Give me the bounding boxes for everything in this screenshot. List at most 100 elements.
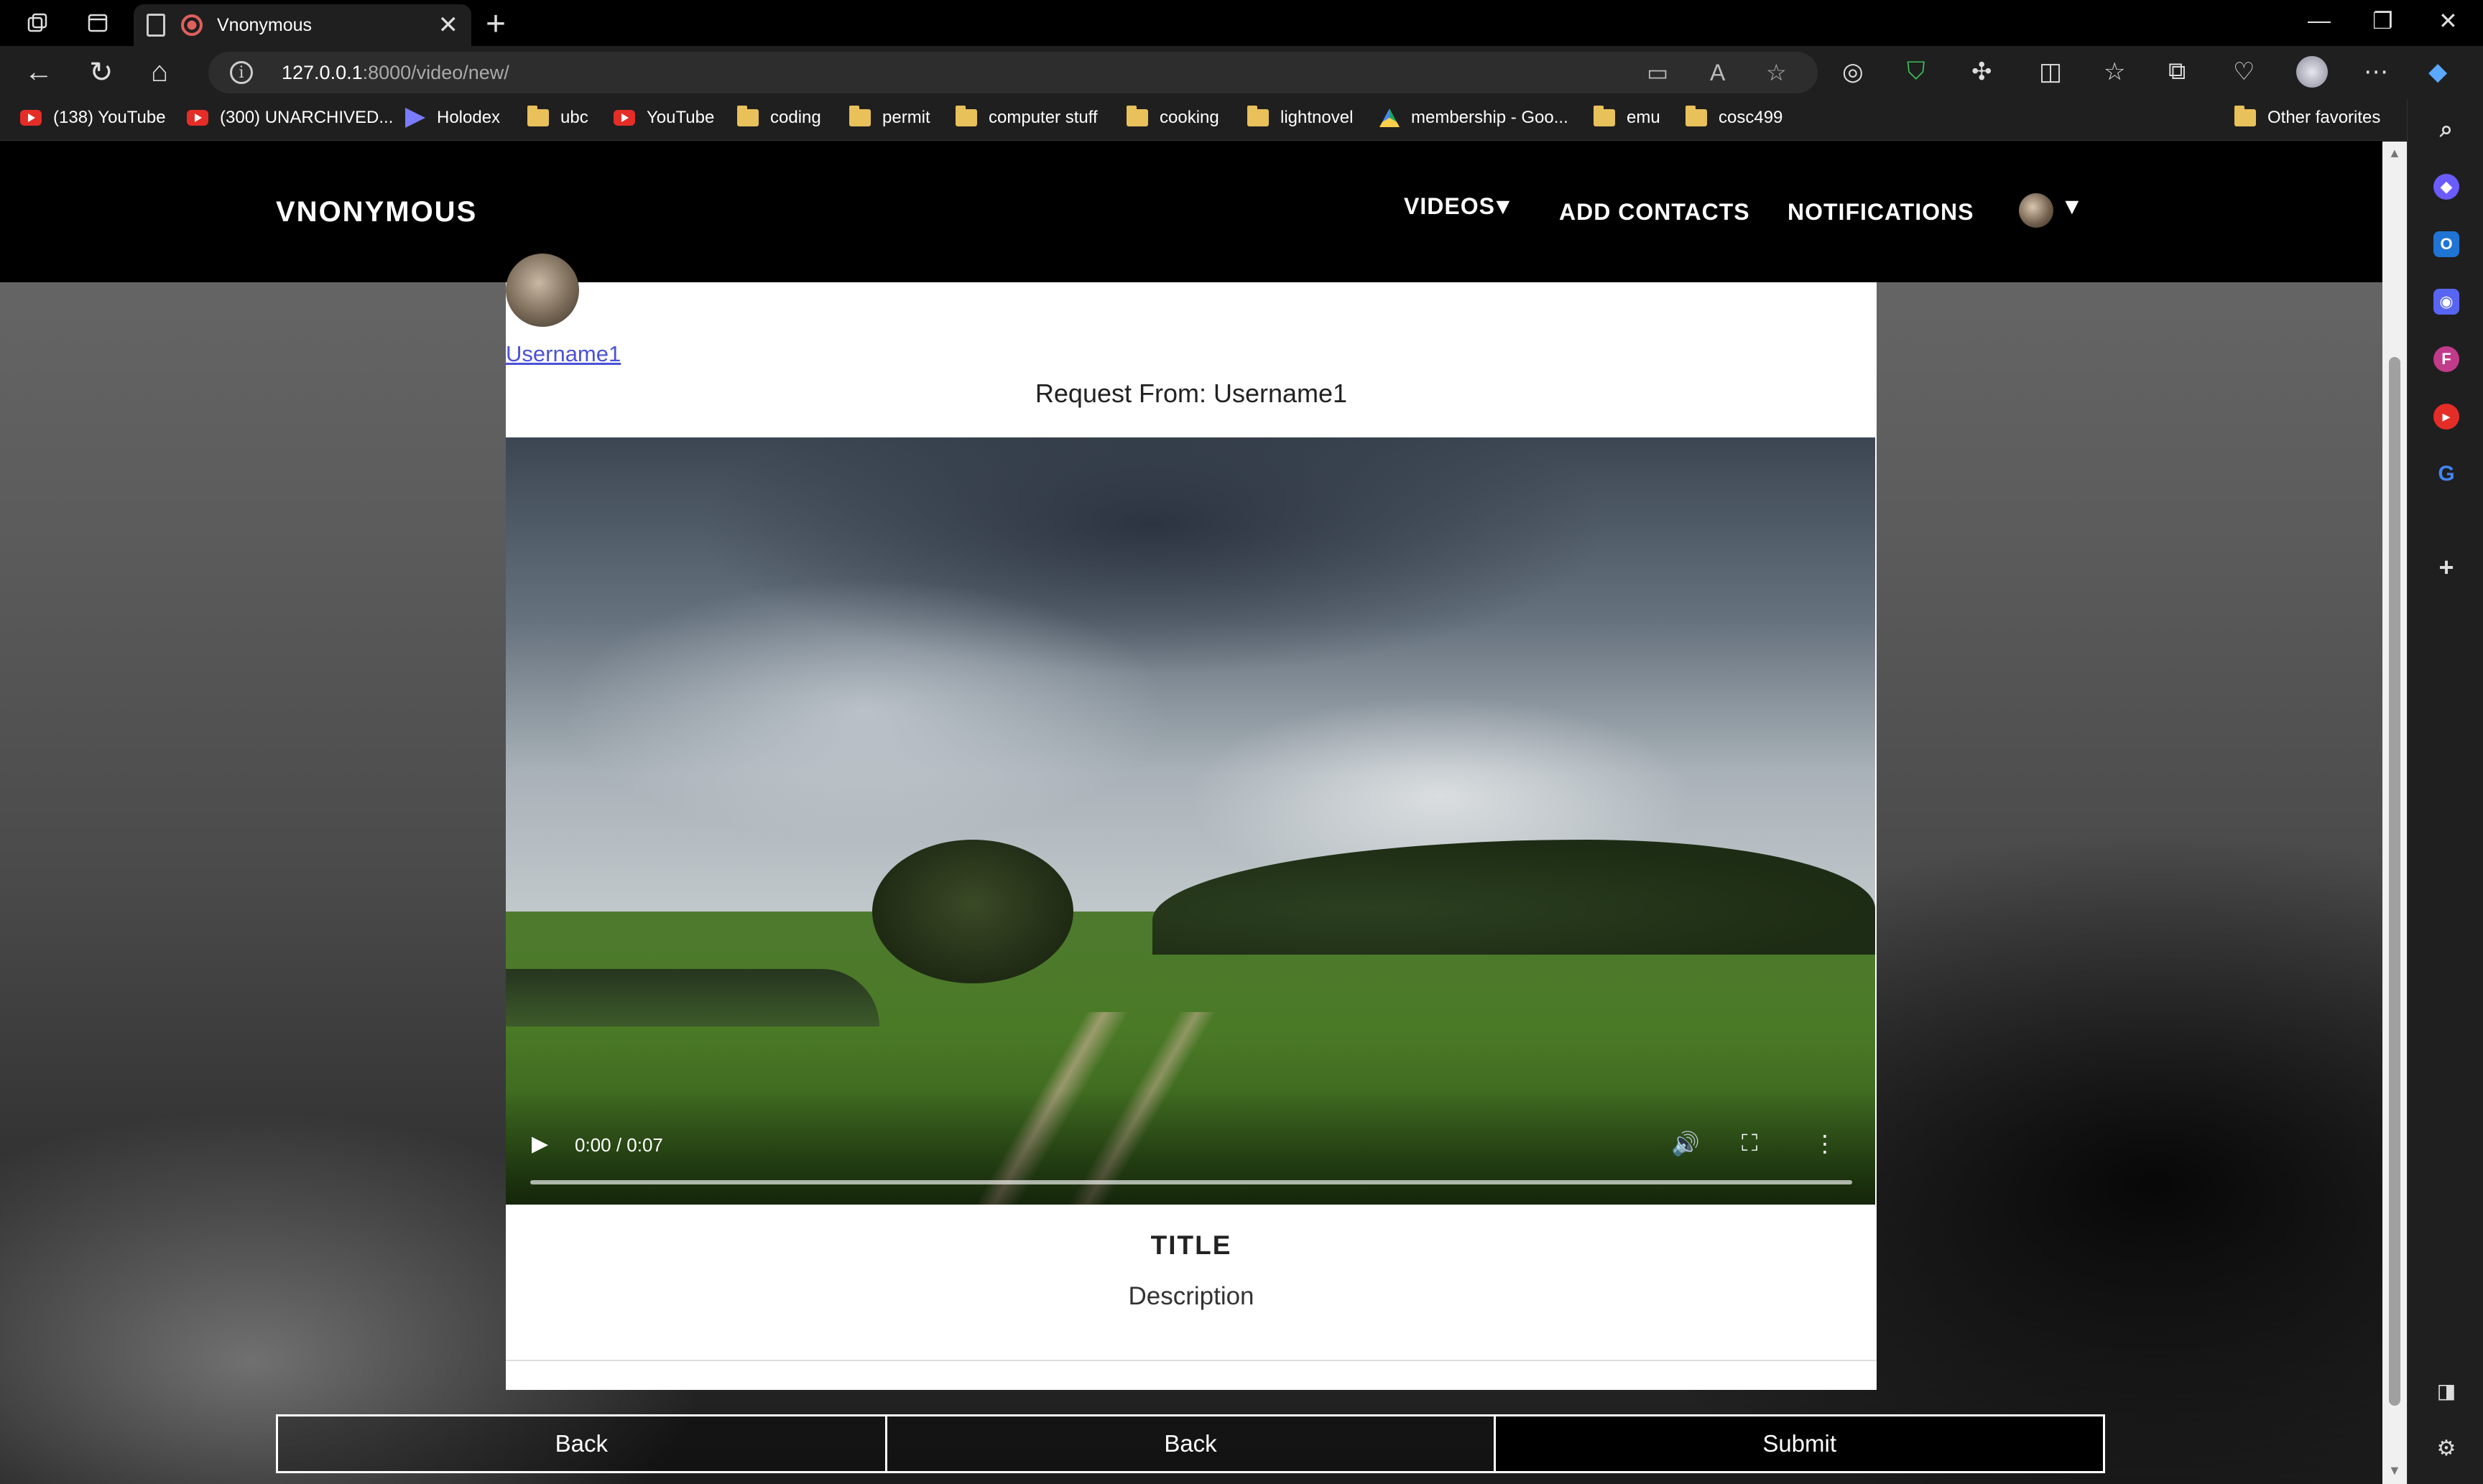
address-bar[interactable]: i 127.0.0.1:8000/video/new/ ▭ A ☆ — [208, 52, 1818, 93]
page-viewport: VNONYMOUS VIDEOS ▼ ADD CONTACTS NOTIFICA… — [0, 142, 2382, 1484]
video-description: Description — [1128, 1282, 1254, 1310]
camera-icon[interactable]: ▭ — [1647, 52, 1668, 93]
bookmark-folder[interactable]: coding — [737, 106, 821, 128]
google-icon[interactable]: G — [2433, 461, 2459, 487]
volume-icon[interactable]: 🔊 — [1671, 1130, 1700, 1157]
holodex-icon — [405, 108, 425, 128]
bookmark-item[interactable]: YouTube — [614, 108, 714, 128]
bookmark-folder[interactable]: emu — [1594, 106, 1660, 128]
card-divider — [506, 1360, 1877, 1361]
bookmark-item[interactable]: membership - Goo... — [1379, 108, 1568, 128]
new-tab-icon[interactable]: + — [486, 4, 506, 44]
tab-title: Vnonymous — [217, 14, 313, 35]
outlook-icon[interactable]: O — [2433, 231, 2459, 257]
back-button[interactable]: Back — [276, 1414, 887, 1473]
read-aloud-icon[interactable]: A — [1710, 52, 1725, 93]
scroll-up-icon[interactable]: ▲ — [2388, 146, 2401, 161]
scrollbar-thumb[interactable] — [2389, 357, 2400, 1406]
youtube-icon — [20, 110, 42, 126]
site-info-icon[interactable]: i — [230, 61, 253, 84]
profile-avatar[interactable] — [2296, 56, 2328, 88]
scroll-down-icon[interactable]: ▼ — [2388, 1463, 2401, 1478]
nav-videos[interactable]: VIDEOS — [1404, 193, 1495, 220]
close-window-icon[interactable]: ✕ — [2438, 7, 2458, 34]
copilot-sidebar-icon[interactable]: ◆ — [2433, 174, 2459, 200]
f-app-icon[interactable]: F — [2433, 346, 2459, 372]
back-arrow-icon[interactable]: ← — [24, 56, 53, 88]
user-dropdown-caret[interactable]: ▼ — [2061, 193, 2084, 220]
folder-icon — [737, 106, 759, 126]
video-controls: ▶ 0:00 / 0:07 🔊 ⛶ ⋮ — [506, 1118, 1875, 1205]
video-more-options-icon[interactable]: ⋮ — [1813, 1130, 1836, 1157]
address-toolbar: ← ↻ ⌂ i 127.0.0.1:8000/video/new/ ▭ A ☆ … — [0, 46, 2483, 99]
videos-dropdown-caret[interactable]: ▼ — [1492, 193, 1515, 220]
submit-button[interactable]: Submit — [1496, 1414, 2106, 1473]
folder-icon — [849, 106, 871, 126]
url-text[interactable]: 127.0.0.1:8000/video/new/ — [282, 62, 509, 84]
favorite-star-icon[interactable]: ☆ — [1766, 52, 1787, 93]
search-icon[interactable]: ⌕ — [2433, 116, 2459, 142]
edge-sidebar: ⌕ ◆ O ◉ F ▸ G + ◨ ⚙ — [2407, 99, 2483, 1484]
discord-icon[interactable]: ◉ — [2433, 289, 2459, 315]
copilot-icon[interactable]: ◆ — [2428, 57, 2447, 86]
google-drive-icon — [1379, 108, 1400, 127]
nav-notifications[interactable]: NOTIFICATIONS — [1788, 199, 1974, 226]
video-request-card: Username1 Request From: Username1 ▶ 0:00… — [506, 254, 1877, 1390]
bookmark-folder[interactable]: permit — [849, 106, 930, 128]
sender-avatar — [506, 254, 579, 327]
user-avatar[interactable] — [2019, 193, 2053, 228]
back-button-2[interactable]: Back — [887, 1414, 1497, 1473]
workspaces-icon[interactable] — [24, 10, 50, 36]
shield-icon[interactable]: ⛉ — [1907, 57, 1925, 85]
other-favorites[interactable]: Other favorites — [2234, 106, 2380, 128]
play-icon[interactable]: ▶ — [532, 1131, 548, 1156]
page-icon — [147, 14, 165, 37]
browser-essentials-icon[interactable]: ♡ — [2233, 57, 2255, 86]
bookmark-folder[interactable]: ubc — [527, 106, 588, 128]
folder-icon — [1686, 106, 1707, 126]
bookmark-item[interactable]: (300) UNARCHIVED... — [187, 108, 393, 128]
folder-icon — [956, 106, 977, 126]
bookmark-folder[interactable]: cooking — [1127, 106, 1219, 128]
video-title: TITLE — [1150, 1230, 1232, 1260]
hide-sidebar-icon[interactable]: ◨ — [2433, 1378, 2459, 1404]
tab-vnonymous[interactable]: Vnonymous ✕ — [134, 4, 471, 46]
restore-icon[interactable]: ❐ — [2372, 7, 2393, 34]
tab-actions-icon[interactable] — [85, 10, 111, 36]
extensions-icon[interactable]: ✣ — [1971, 57, 1992, 86]
add-sidebar-app-icon[interactable]: + — [2433, 552, 2459, 582]
action-buttons: Back Back Submit — [276, 1414, 2106, 1473]
bookmark-item[interactable]: (138) YouTube — [20, 108, 166, 128]
request-from-text: Request From: Username1 — [1035, 379, 1348, 408]
minimize-icon[interactable]: — — [2308, 7, 2331, 34]
extension-glasses-icon[interactable]: ◎ — [1842, 57, 1864, 86]
page-scrollbar[interactable]: ▲ ▼ — [2382, 142, 2407, 1484]
folder-icon — [2234, 106, 2256, 126]
folder-icon — [1247, 106, 1269, 126]
video-progress-bar[interactable] — [530, 1180, 1852, 1184]
video-time: 0:00 / 0:07 — [575, 1134, 663, 1156]
split-screen-icon[interactable]: ◫ — [2039, 57, 2062, 86]
sender-username-link[interactable]: Username1 — [506, 341, 621, 367]
recording-icon — [181, 14, 203, 36]
settings-gear-icon[interactable]: ⚙ — [2433, 1435, 2459, 1461]
favorites-icon[interactable]: ☆ — [2104, 57, 2125, 86]
youtube-icon — [614, 110, 635, 126]
home-icon[interactable]: ⌂ — [151, 56, 168, 88]
brand-logo[interactable]: VNONYMOUS — [276, 196, 477, 228]
refresh-icon[interactable]: ↻ — [89, 56, 114, 89]
video-player[interactable]: ▶ 0:00 / 0:07 🔊 ⛶ ⋮ — [506, 437, 1875, 1205]
bookmark-item[interactable]: Holodex — [405, 108, 500, 128]
bookmark-folder[interactable]: lightnovel — [1247, 106, 1353, 128]
collections-icon[interactable]: ⧉ — [2168, 57, 2186, 85]
bookmarks-bar: (138) YouTube (300) UNARCHIVED... Holode… — [0, 99, 2483, 141]
fullscreen-icon[interactable]: ⛶ — [1742, 1130, 1757, 1157]
youtube-music-icon[interactable]: ▸ — [2433, 404, 2459, 430]
more-menu-icon[interactable]: ⋯ — [2364, 57, 2388, 86]
video-frame-tree — [872, 840, 1073, 983]
close-tab-icon[interactable]: ✕ — [438, 11, 459, 40]
folder-icon — [527, 106, 549, 126]
bookmark-folder[interactable]: computer stuff — [956, 106, 1098, 128]
nav-add-contacts[interactable]: ADD CONTACTS — [1559, 199, 1750, 226]
bookmark-folder[interactable]: cosc499 — [1686, 106, 1783, 128]
